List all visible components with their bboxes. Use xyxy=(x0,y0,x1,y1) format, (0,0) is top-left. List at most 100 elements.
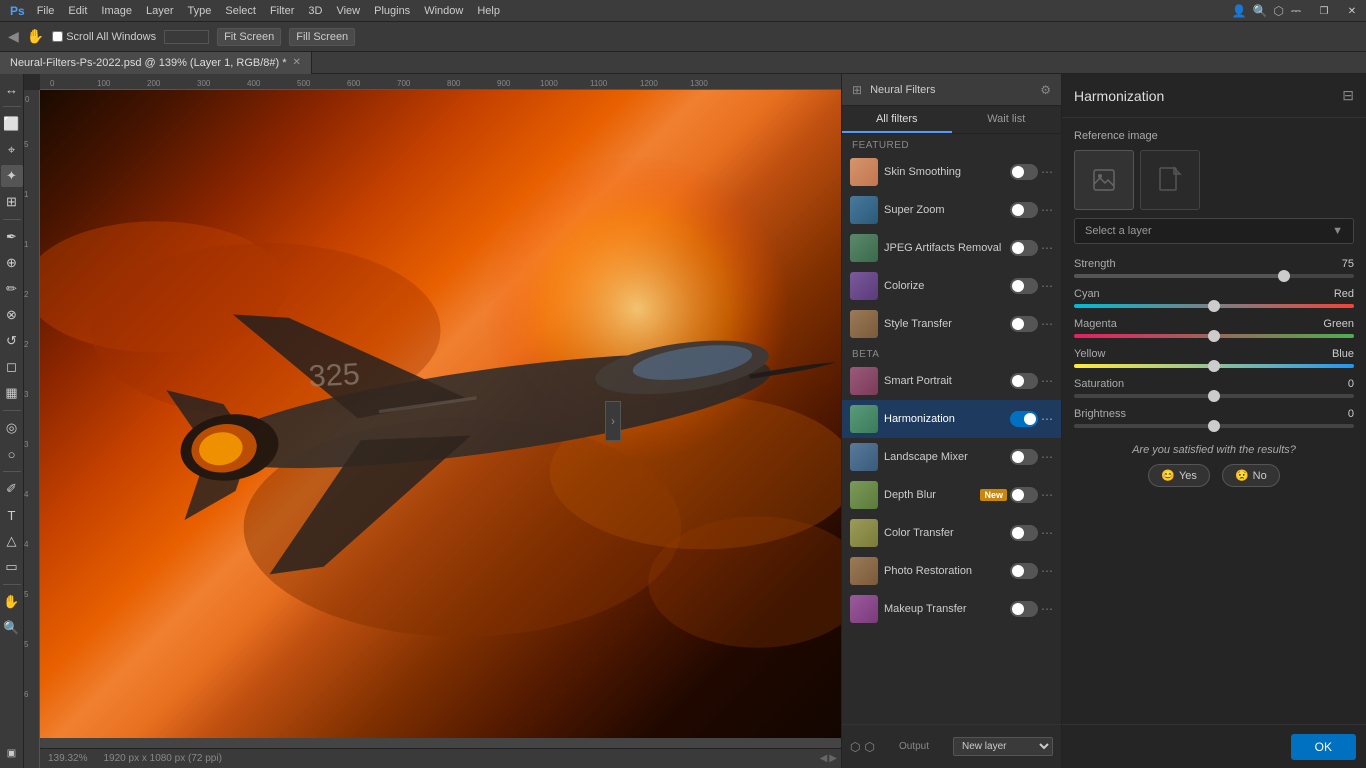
lasso-tool-button[interactable]: ⌖ xyxy=(1,139,23,161)
move-tool-button[interactable]: ↔ xyxy=(1,78,23,100)
hand-tool-button[interactable]: ✋ xyxy=(1,591,23,613)
blur-tool-button[interactable]: ◎ xyxy=(1,417,23,439)
layer-select-dropdown[interactable]: Select a layer ▼ xyxy=(1074,218,1354,244)
ref-image-blank-slot[interactable] xyxy=(1140,150,1200,210)
fill-screen-button[interactable]: Fill Screen xyxy=(289,28,355,46)
style-transfer-toggle[interactable] xyxy=(1010,316,1038,332)
smart-portrait-options-icon[interactable]: ⋯ xyxy=(1041,374,1053,388)
yellow-blue-slider-handle[interactable] xyxy=(1208,360,1220,372)
filter-item-harmonization[interactable]: Harmonization ⋯ xyxy=(842,400,1061,438)
scroll-left-btn[interactable]: ▶ xyxy=(829,753,837,764)
filter-item-photo-restoration[interactable]: Photo Restoration ⋯ xyxy=(842,552,1061,590)
colorize-options-icon[interactable]: ⋯ xyxy=(1041,279,1053,293)
menu-help[interactable]: Help xyxy=(471,3,506,19)
ref-image-thumbnail[interactable] xyxy=(1074,150,1134,210)
no-button[interactable]: 😟 No xyxy=(1222,464,1280,487)
skin-smoothing-options-icon[interactable]: ⋯ xyxy=(1041,165,1053,179)
photo-restoration-toggle[interactable] xyxy=(1010,563,1038,579)
harmonization-options-icon[interactable]: ⋯ xyxy=(1041,412,1053,426)
jpeg-removal-toggle[interactable] xyxy=(1010,240,1038,256)
eraser-tool-button[interactable]: ◻ xyxy=(1,356,23,378)
marquee-tool-button[interactable]: ⬜ xyxy=(1,113,23,135)
skin-smoothing-toggle[interactable] xyxy=(1010,164,1038,180)
strength-slider-track[interactable] xyxy=(1074,274,1354,278)
color-transfer-options-icon[interactable]: ⋯ xyxy=(1041,526,1053,540)
panel-toggle-arrow[interactable]: › xyxy=(605,401,621,441)
ok-button[interactable]: OK xyxy=(1291,734,1356,760)
foreground-bg-icon[interactable]: ▣ xyxy=(1,742,23,764)
strength-slider-handle[interactable] xyxy=(1278,270,1290,282)
super-zoom-toggle[interactable] xyxy=(1010,202,1038,218)
history-tool-button[interactable]: ↺ xyxy=(1,330,23,352)
restore-button[interactable]: ❐ xyxy=(1310,0,1338,22)
search-icon[interactable]: 🔍 xyxy=(1253,4,1268,18)
crop-tool-button[interactable]: ⊞ xyxy=(1,191,23,213)
cyan-red-slider-handle[interactable] xyxy=(1208,300,1220,312)
doc-tab[interactable]: Neural-Filters-Ps-2022.psd @ 139% (Layer… xyxy=(0,52,312,74)
brush-tool-button[interactable]: ✏ xyxy=(1,278,23,300)
filter-item-makeup-transfer[interactable]: Makeup Transfer ⋯ xyxy=(842,590,1061,628)
zoom-tool-button[interactable]: 🔍 xyxy=(1,617,23,639)
menu-window[interactable]: Window xyxy=(418,3,469,19)
output-select[interactable]: New layer Current layer Smart filter xyxy=(953,737,1053,756)
makeup-transfer-toggle[interactable] xyxy=(1010,601,1038,617)
tab-all-filters[interactable]: All filters xyxy=(842,106,952,133)
menu-layer[interactable]: Layer xyxy=(140,3,180,19)
menu-type[interactable]: Type xyxy=(182,3,218,19)
magic-wand-tool-button[interactable]: ✦ xyxy=(1,165,23,187)
landscape-mixer-toggle[interactable] xyxy=(1010,449,1038,465)
healing-tool-button[interactable]: ⊕ xyxy=(1,252,23,274)
filter-item-smart-portrait[interactable]: Smart Portrait ⋯ xyxy=(842,362,1061,400)
depth-blur-toggle[interactable] xyxy=(1010,487,1038,503)
menu-edit[interactable]: Edit xyxy=(62,3,93,19)
colorize-toggle[interactable] xyxy=(1010,278,1038,294)
dodge-tool-button[interactable]: ○ xyxy=(1,443,23,465)
pen-tool-button[interactable]: ✐ xyxy=(1,478,23,500)
shape-tool-button[interactable]: ▭ xyxy=(1,556,23,578)
filter-item-skin-smoothing[interactable]: Skin Smoothing ⋯ xyxy=(842,153,1061,191)
filter-item-jpeg-removal[interactable]: JPEG Artifacts Removal ⋯ xyxy=(842,229,1061,267)
minimize-button[interactable]: ─ xyxy=(1282,0,1310,22)
filter-item-landscape-mixer[interactable]: Landscape Mixer ⋯ xyxy=(842,438,1061,476)
scroll-right-btn[interactable]: ◀ xyxy=(820,753,828,764)
horizontal-scrollbar[interactable] xyxy=(40,738,841,748)
menu-file[interactable]: File xyxy=(31,3,61,19)
fit-screen-button[interactable]: Fit Screen xyxy=(217,28,281,46)
text-tool-button[interactable]: T xyxy=(1,504,23,526)
super-zoom-options-icon[interactable]: ⋯ xyxy=(1041,203,1053,217)
makeup-transfer-options-icon[interactable]: ⋯ xyxy=(1041,602,1053,616)
filter-item-depth-blur[interactable]: Depth Blur New ⋯ xyxy=(842,476,1061,514)
menu-image[interactable]: Image xyxy=(95,3,138,19)
brightness-slider-handle[interactable] xyxy=(1208,420,1220,432)
menu-view[interactable]: View xyxy=(330,3,366,19)
menu-3d[interactable]: 3D xyxy=(302,3,328,19)
menu-select[interactable]: Select xyxy=(219,3,262,19)
brightness-slider-track[interactable] xyxy=(1074,424,1354,428)
yellow-blue-slider-track[interactable] xyxy=(1074,364,1354,368)
photo-restoration-options-icon[interactable]: ⋯ xyxy=(1041,564,1053,578)
filter-item-style-transfer[interactable]: Style Transfer ⋯ xyxy=(842,305,1061,343)
gradient-tool-button[interactable]: ▦ xyxy=(1,382,23,404)
doc-tab-close-icon[interactable]: ✕ xyxy=(293,57,301,68)
neural-panel-settings-icon[interactable]: ⚙ xyxy=(1040,83,1051,97)
magenta-green-slider-handle[interactable] xyxy=(1208,330,1220,342)
back-arrow-icon[interactable]: ◀ xyxy=(8,28,19,45)
filter-item-super-zoom[interactable]: Super Zoom ⋯ xyxy=(842,191,1061,229)
tab-wait-list[interactable]: Wait list xyxy=(952,106,1062,133)
zoom-input[interactable]: 139% xyxy=(164,30,209,44)
color-transfer-toggle[interactable] xyxy=(1010,525,1038,541)
scroll-all-checkbox[interactable] xyxy=(52,31,63,42)
filter-item-color-transfer[interactable]: Color Transfer ⋯ xyxy=(842,514,1061,552)
props-expand-icon[interactable]: ⊟ xyxy=(1342,87,1354,104)
eyedropper-tool-button[interactable]: ✒ xyxy=(1,226,23,248)
depth-blur-options-icon[interactable]: ⋯ xyxy=(1041,488,1053,502)
smart-portrait-toggle[interactable] xyxy=(1010,373,1038,389)
jpeg-removal-options-icon[interactable]: ⋯ xyxy=(1041,241,1053,255)
hand-tool-icon[interactable]: ✋ xyxy=(27,28,44,45)
yes-button[interactable]: 😊 Yes xyxy=(1148,464,1210,487)
close-button[interactable]: ✕ xyxy=(1338,0,1366,22)
saturation-slider-track[interactable] xyxy=(1074,394,1354,398)
harmonization-toggle[interactable] xyxy=(1010,411,1038,427)
landscape-mixer-options-icon[interactable]: ⋯ xyxy=(1041,450,1053,464)
cyan-red-slider-track[interactable] xyxy=(1074,304,1354,308)
